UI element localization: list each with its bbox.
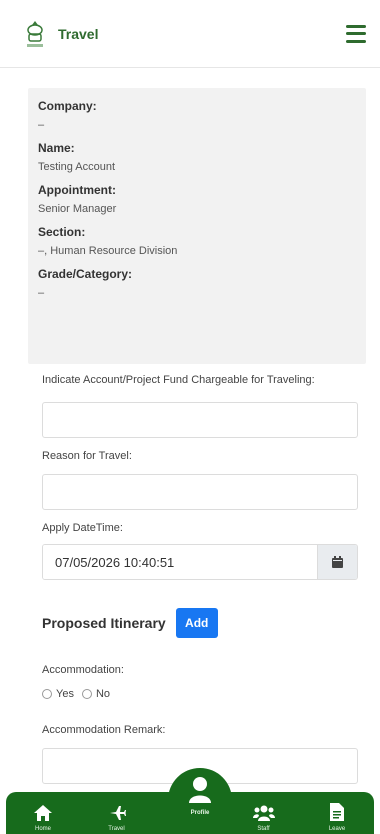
add-itinerary-button[interactable]: Add (175, 608, 218, 638)
user-icon (189, 777, 211, 803)
itinerary-title: Proposed Itinerary (42, 615, 166, 631)
users-icon (252, 805, 275, 821)
nav-travel[interactable]: Travel (94, 792, 140, 834)
itinerary-row: Proposed Itinerary Add (42, 608, 358, 638)
menu-icon[interactable] (346, 24, 366, 43)
nav-profile[interactable]: Profile (168, 768, 232, 834)
accommodation-no-radio[interactable]: No (81, 688, 111, 700)
appointment-value: Senior Manager (38, 203, 117, 215)
name-value: Testing Account (38, 161, 116, 173)
date-field (42, 544, 358, 580)
app-header: Travel (0, 0, 380, 68)
radio-circle-icon (42, 689, 52, 699)
grade-value: – (38, 287, 45, 299)
page-title: Travel (58, 25, 99, 42)
date-label: Apply DateTime: (42, 522, 123, 534)
grade-label: Grade/Category: (38, 267, 133, 281)
nav-leave[interactable]: Leave (314, 792, 360, 834)
section-value: –, Human Resource Division (38, 245, 178, 257)
fund-label: Indicate Account/Project Fund Chargeable… (42, 374, 315, 386)
remark-label: Accommodation Remark: (42, 724, 166, 736)
nav-home[interactable]: Home (20, 792, 66, 834)
plane-icon (109, 806, 126, 820)
home-icon (34, 805, 52, 821)
reason-label: Reason for Travel: (42, 450, 132, 462)
accommodation-label: Accommodation: (42, 664, 124, 676)
reason-input[interactable] (42, 474, 358, 510)
no-label: No (95, 688, 111, 700)
nav-staff-label: Staff (257, 826, 270, 832)
appointment-label: Appointment: (38, 183, 116, 197)
employee-info-panel: Company: – Name: Testing Account Appoint… (28, 88, 366, 364)
logo-icon (22, 17, 48, 51)
date-input[interactable] (43, 545, 317, 579)
nav-leave-label: Leave (328, 826, 346, 832)
name-label: Name: (38, 141, 75, 155)
section-label: Section: (38, 225, 86, 239)
accommodation-radios: Yes No (42, 688, 358, 700)
nav-staff[interactable]: Staff (241, 792, 287, 834)
nav-home-label: Home (34, 826, 51, 832)
accommodation-yes-radio[interactable]: Yes (42, 688, 74, 700)
fund-input[interactable] (42, 402, 358, 438)
nav-travel-label: Travel (108, 826, 125, 832)
company-label: Company: (38, 99, 97, 113)
calendar-icon[interactable] (317, 545, 357, 579)
company-value: – (38, 119, 45, 131)
travel-form: Indicate Account/Project Fund Chargeable… (42, 372, 358, 784)
radio-circle-icon (81, 689, 92, 699)
yes-label: Yes (56, 688, 74, 700)
document-icon (330, 803, 344, 821)
nav-profile-label: Profile (190, 810, 210, 816)
